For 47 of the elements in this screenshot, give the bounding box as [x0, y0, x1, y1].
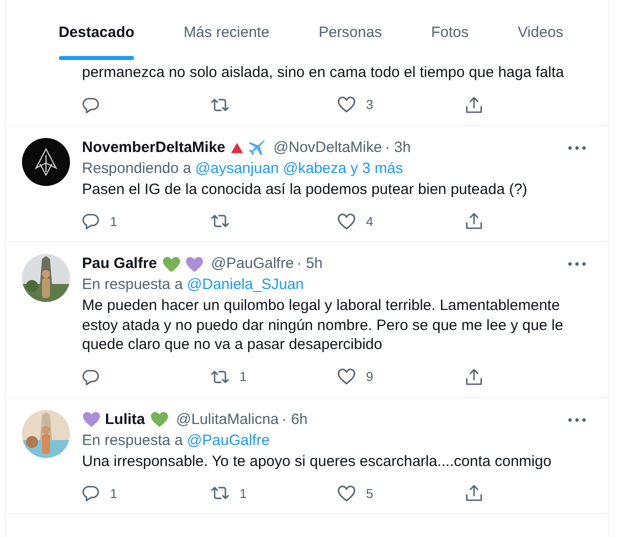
reply-icon[interactable]	[82, 212, 100, 230]
tab[interactable]: Videos	[518, 0, 564, 60]
user-handle[interactable]: @PauGalfre	[211, 254, 294, 274]
reply-label: Respondiendo a	[82, 158, 192, 178]
tweet-text: permanezca no solo aislada, sino en cama todo el tiempo que haga falta	[82, 63, 565, 82]
action-count: 1	[240, 486, 247, 500]
tweet-text: Una irresponsable. Yo te apoyo si queres escarcharla....conta conmigo	[82, 452, 552, 471]
more-icon[interactable]	[568, 418, 586, 422]
reply-icon[interactable]	[82, 484, 100, 502]
tab[interactable]: Personas	[318, 0, 382, 60]
tab[interactable]: Fotos	[431, 0, 469, 60]
action-count: 3	[366, 97, 374, 112]
timestamp[interactable]: · 3h	[384, 138, 411, 158]
user-name[interactable]: NovemberDeltaMike	[82, 138, 226, 158]
share-icon[interactable]	[464, 96, 482, 114]
share-icon[interactable]	[464, 484, 482, 502]
tab[interactable]: Destacado	[58, 0, 134, 60]
reply-label: En respuesta a	[82, 275, 183, 295]
more-icon[interactable]	[568, 262, 586, 266]
user-handle[interactable]: @NovDeltaMike	[273, 138, 382, 158]
more-icon[interactable]	[568, 146, 586, 150]
heart-icon[interactable]	[337, 368, 356, 385]
action-count: 5	[366, 486, 374, 500]
tweet-text: Me pueden hacer un quilombo legal y laboral terrible. Lamentablemente estoy atada y no puedo dar ningún nombre. Pero se que me lee y que le quede claro que no va a pasar desapercibido	[82, 296, 564, 354]
timestamp[interactable]: · 5h	[296, 254, 323, 274]
user-name[interactable]: Lulita	[105, 410, 145, 430]
share-icon[interactable]	[464, 368, 482, 386]
action-count: 4	[366, 214, 374, 228]
reply-icon[interactable]	[82, 368, 100, 386]
reply-icon[interactable]	[82, 96, 100, 114]
heart-icon[interactable]	[337, 484, 356, 502]
action-count: 1	[110, 214, 118, 228]
avatar-logo-icon[interactable]	[22, 138, 70, 186]
timestamp[interactable]: · 6h	[282, 410, 308, 430]
action-count: 1	[110, 486, 118, 500]
retweet-icon[interactable]	[210, 484, 230, 502]
user-handle[interactable]: @LulitaMalicna	[176, 410, 279, 430]
heart-icon[interactable]	[337, 96, 356, 113]
user-name[interactable]: Pau Galfre	[82, 254, 158, 274]
share-icon[interactable]	[464, 212, 482, 230]
retweet-icon[interactable]	[210, 212, 230, 230]
action-count: 9	[366, 369, 374, 384]
reply-label: En respuesta a	[82, 430, 183, 450]
tab[interactable]: Más reciente	[184, 0, 270, 60]
heart-icon[interactable]	[337, 212, 356, 230]
action-count: 1	[240, 369, 247, 384]
tweet-text: Pasen el IG de la conocida así la podemos putear bien puteada (?)	[82, 180, 528, 199]
